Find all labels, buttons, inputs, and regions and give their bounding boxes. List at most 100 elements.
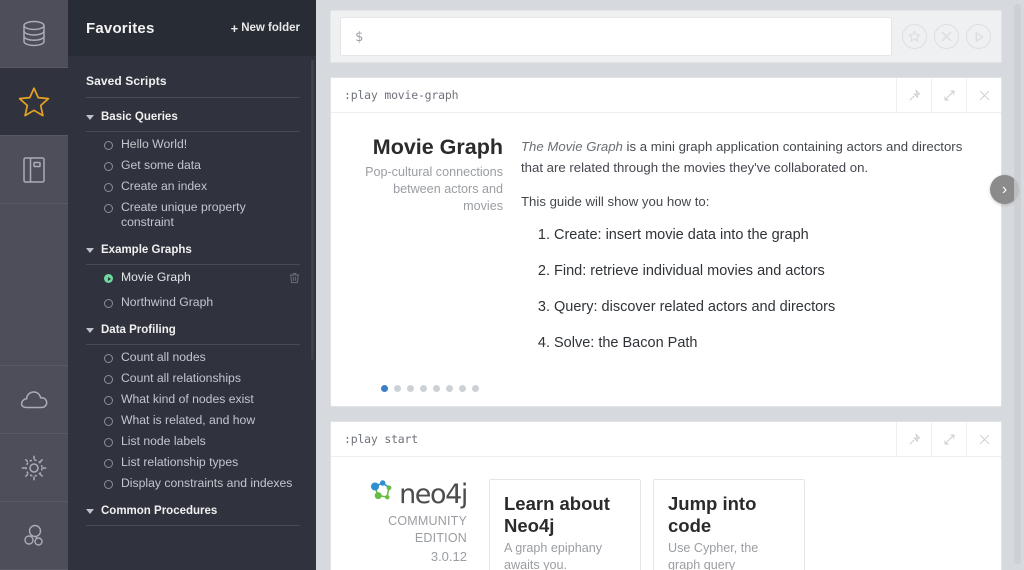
expand-frame-button[interactable]	[931, 78, 966, 112]
saved-script-item[interactable]: Display constraints and indexes	[86, 473, 300, 494]
script-bullet-icon[interactable]	[104, 162, 113, 171]
icon-rail	[0, 0, 68, 570]
divider	[86, 344, 300, 345]
edition-line-2: EDITION	[414, 531, 467, 545]
new-folder-button[interactable]: + New folder	[231, 22, 300, 35]
saved-scripts-label: Saved Scripts	[86, 74, 167, 88]
folder-name: Basic Queries	[101, 111, 178, 123]
pagination-dot[interactable]	[446, 385, 453, 392]
saved-script-label: Count all relationships	[121, 371, 241, 385]
version-label: 3.0.12	[430, 549, 467, 564]
pagination-dot[interactable]	[407, 385, 414, 392]
script-bullet-icon[interactable]	[104, 204, 113, 213]
folder-header[interactable]: Common Procedures	[86, 494, 300, 525]
pin-frame-button[interactable]	[896, 78, 931, 112]
frame-movie-graph: :play movie-graph Movie Graph Pop-cultur…	[330, 77, 1019, 407]
pagination-dot[interactable]	[381, 385, 388, 392]
saved-script-item[interactable]: Hello World!	[86, 134, 300, 155]
script-bullet-icon[interactable]	[104, 141, 113, 150]
close-frame-button[interactable]	[966, 422, 1001, 456]
trash-icon[interactable]	[289, 271, 300, 289]
neo4j-browser-window: Favorites + New folder Saved Scripts Bas…	[0, 0, 1024, 570]
expand-frame-button[interactable]	[931, 422, 966, 456]
script-bullet-icon[interactable]	[104, 480, 113, 489]
guide-subheading: Pop-cultural connections between actors …	[365, 165, 503, 213]
script-bullet-icon[interactable]	[104, 375, 113, 384]
clear-button[interactable]	[934, 24, 959, 49]
frame-body: Movie Graph Pop-cultural connections bet…	[331, 113, 1019, 406]
saved-script-item[interactable]: Count all nodes	[86, 347, 300, 368]
drawer-header: Favorites + New folder	[68, 0, 316, 56]
cypher-editor[interactable]: $	[340, 17, 892, 56]
saved-script-label: List relationship types	[121, 455, 239, 469]
saved-script-item[interactable]: Get some data	[86, 155, 300, 176]
script-bullet-icon[interactable]	[104, 459, 113, 468]
database-icon[interactable]	[0, 0, 68, 68]
pagination-dot[interactable]	[433, 385, 440, 392]
guide-steps-list: Create: insert movie data into the graph…	[521, 225, 973, 354]
script-bullet-icon[interactable]	[104, 183, 113, 192]
divider	[86, 264, 300, 265]
drawer-body: Saved Scripts Basic Queries Hello World! G…	[68, 56, 316, 570]
book-icon[interactable]	[0, 136, 68, 204]
folder-header[interactable]: Example Graphs	[86, 233, 300, 264]
guide-step: Query: discover related actors and direc…	[554, 297, 973, 318]
pagination-dot[interactable]	[394, 385, 401, 392]
pagination-dot[interactable]	[472, 385, 479, 392]
guide-intro: The Movie Graph is a mini graph applicat…	[521, 136, 973, 178]
guide-text-column: The Movie Graph is a mini graph applicat…	[521, 135, 973, 369]
chevron-down-icon	[86, 115, 94, 120]
script-bullet-icon[interactable]	[104, 417, 113, 426]
saved-script-item[interactable]: List relationship types	[86, 452, 300, 473]
pagination-dot[interactable]	[459, 385, 466, 392]
neo4j-mark-icon	[371, 479, 397, 510]
about-graph-icon[interactable]	[0, 502, 68, 570]
folder-header[interactable]: Data Profiling	[86, 313, 300, 344]
saved-script-item[interactable]: Create unique property constraint	[86, 197, 300, 233]
tile-heading: Jump into code	[668, 493, 757, 536]
frame-command: :play start	[344, 432, 418, 446]
saved-script-item[interactable]: Count all relationships	[86, 368, 300, 389]
star-icon[interactable]	[0, 68, 68, 136]
tile-subtitle: Use Cypher, the graph query language.	[668, 541, 759, 570]
chevron-down-icon	[86, 248, 94, 253]
tile-subtitle: A graph epiphany awaits you.	[504, 541, 603, 570]
guide-pagination-dots	[331, 379, 1001, 406]
guide-step: Solve: the Bacon Path	[554, 333, 973, 354]
play-icon[interactable]	[104, 274, 113, 283]
saved-script-item[interactable]: What is related, and how	[86, 410, 300, 431]
saved-script-item[interactable]: Northwind Graph	[86, 292, 300, 313]
run-button[interactable]	[966, 24, 991, 49]
rail-bottom-group	[0, 366, 68, 570]
saved-script-label: What kind of nodes exist	[121, 392, 254, 406]
sidebar-scrollbar[interactable]	[311, 60, 314, 360]
gear-icon[interactable]	[0, 434, 68, 502]
folder-list: Basic Queries Hello World! Get some data Cr…	[86, 100, 300, 526]
saved-script-item[interactable]: Create an index	[86, 176, 300, 197]
saved-script-label: Northwind Graph	[121, 295, 214, 309]
main-content: $:play movie-graph Movie Graph Pop-cult…	[316, 0, 1024, 570]
main-scrollbar[interactable]	[1014, 4, 1021, 564]
script-bullet-icon[interactable]	[104, 299, 113, 308]
saved-script-item[interactable]: What kind of nodes exist	[86, 389, 300, 410]
page-title: Favorites	[86, 19, 155, 37]
saved-script-item[interactable]: Movie Graph	[86, 267, 300, 292]
saved-script-item[interactable]: List node labels	[86, 431, 300, 452]
cloud-icon[interactable]	[0, 366, 68, 434]
guide-slide: Movie Graph Pop-cultural connections bet…	[331, 113, 1001, 379]
saved-script-label: What is related, and how	[121, 413, 256, 427]
folder-name: Example Graphs	[101, 244, 192, 256]
guide-step: Create: insert movie data into the graph	[554, 225, 973, 246]
script-bullet-icon[interactable]	[104, 354, 113, 363]
tile-jump-into-code: Jump into code Use Cypher, the graph que…	[653, 479, 805, 570]
pagination-dot[interactable]	[420, 385, 427, 392]
saved-script-label: Get some data	[121, 158, 201, 172]
close-frame-button[interactable]	[966, 78, 1001, 112]
folder-header[interactable]: Basic Queries	[86, 100, 300, 131]
favorite-button[interactable]	[902, 24, 927, 49]
script-bullet-icon[interactable]	[104, 396, 113, 405]
script-bullet-icon[interactable]	[104, 438, 113, 447]
pin-frame-button[interactable]	[896, 422, 931, 456]
editor-wrapper: $	[330, 0, 1002, 63]
query-editor-bar: $	[330, 10, 1002, 63]
